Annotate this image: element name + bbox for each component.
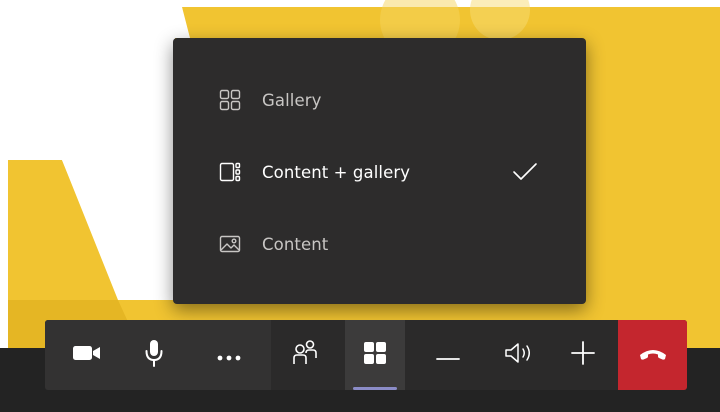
- volume-up-icon: [571, 341, 595, 369]
- layout-button[interactable]: [345, 320, 405, 390]
- content-image-icon: [218, 232, 242, 256]
- hang-up-button[interactable]: [618, 320, 687, 390]
- participants-button[interactable]: [275, 320, 335, 390]
- camera-button[interactable]: [57, 320, 117, 390]
- participants-icon: [292, 339, 318, 371]
- active-indicator: [353, 387, 397, 390]
- gallery-grid-icon: [218, 88, 242, 112]
- menu-item-label: Gallery: [262, 90, 322, 110]
- layout-grid-icon: [363, 341, 387, 369]
- volume-down-icon: [436, 346, 460, 365]
- speaker-button[interactable]: [489, 320, 549, 390]
- menu-item-content[interactable]: Content: [173, 214, 586, 274]
- speaker-icon: [504, 342, 534, 368]
- menu-item-content-plus-gallery[interactable]: Content + gallery: [173, 142, 586, 202]
- menu-item-gallery[interactable]: Gallery: [173, 70, 586, 130]
- hang-up-icon: [639, 346, 667, 365]
- checkmark-icon: [510, 160, 540, 184]
- camera-icon: [72, 343, 102, 367]
- more-options-button[interactable]: [199, 320, 259, 390]
- microphone-button[interactable]: [124, 320, 184, 390]
- content-plus-gallery-icon: [218, 160, 242, 184]
- more-options-icon: [217, 346, 241, 365]
- call-control-bar: [45, 320, 687, 390]
- volume-down-button[interactable]: [418, 320, 478, 390]
- volume-up-button[interactable]: [553, 320, 613, 390]
- menu-item-label: Content + gallery: [262, 162, 411, 182]
- layout-options-menu: Gallery Content + gallery Content: [173, 38, 586, 304]
- microphone-icon: [144, 339, 164, 371]
- menu-item-label: Content: [262, 234, 329, 254]
